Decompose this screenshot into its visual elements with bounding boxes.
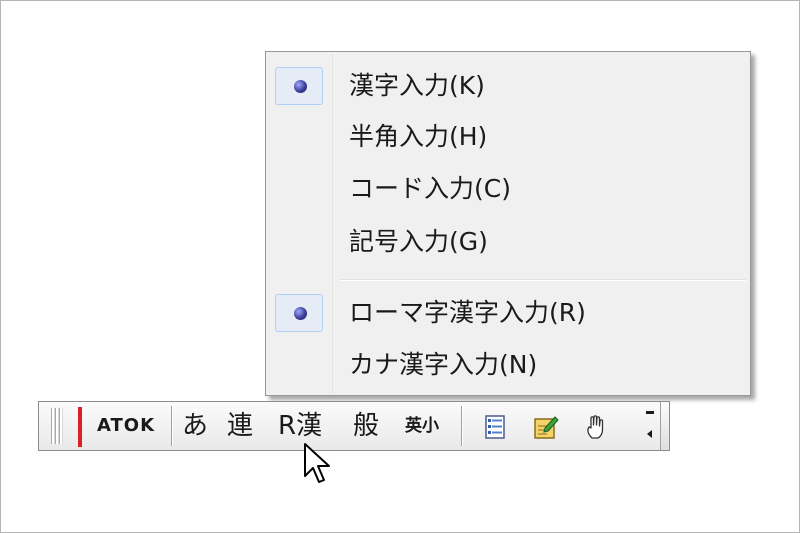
menu-item-label: 漢字入力(K) [349,71,485,100]
radio-dot-icon [294,80,307,93]
menu-item-label: コード入力(C) [349,174,511,203]
menu-item-label: 記号入力(G) [349,227,488,256]
toolbar-divider [461,406,463,446]
toolbar-active-indicator [78,407,82,447]
alphanumeric-mode-button[interactable]: 英小 [405,402,439,450]
toolbar-divider [171,406,173,446]
menu-item-label: ローマ字漢字入力(R) [349,298,586,327]
menu-item-checked-indicator [275,67,323,105]
atok-toolbar: ATOK あ 連 R漢 般 英小 [38,401,670,451]
menu-item-code-input[interactable]: コード入力(C) [269,164,747,214]
menu-item-checked-indicator [275,294,323,332]
toolbar-drag-grip[interactable] [51,408,63,444]
menu-item-label: 半角入力(H) [349,122,488,151]
menu-item-kanji-input[interactable]: 漢字入力(K) [269,61,747,111]
menu-list-icon[interactable] [482,414,508,440]
radio-dot-icon [294,307,307,320]
menu-item-half-width-input[interactable]: 半角入力(H) [269,112,747,162]
menu-separator [340,279,746,281]
hand-pointer-icon[interactable] [583,414,613,440]
input-mode-context-menu: 漢字入力(K) 半角入力(H) コード入力(C) 記号入力(G) ローマ字漢字入… [265,51,751,396]
atok-brand-button[interactable]: ATOK [97,402,155,450]
conversion-mode-button[interactable]: 連 [227,402,253,450]
input-character-mode-button[interactable]: あ [182,402,208,450]
menu-item-symbol-input[interactable]: 記号入力(G) [269,217,747,267]
menu-item-label: カナ漢字入力(N) [349,350,538,379]
menu-item-kana-kanji-input[interactable]: カナ漢字入力(N) [269,340,747,390]
memo-pad-icon[interactable] [533,414,559,440]
toolbar-collapse-icon[interactable] [643,410,657,442]
toolbar-end-cap [660,402,669,450]
dictionary-mode-button[interactable]: 般 [353,402,379,450]
menu-item-romaji-kanji-input[interactable]: ローマ字漢字入力(R) [269,288,747,338]
mouse-cursor-icon [304,443,330,483]
